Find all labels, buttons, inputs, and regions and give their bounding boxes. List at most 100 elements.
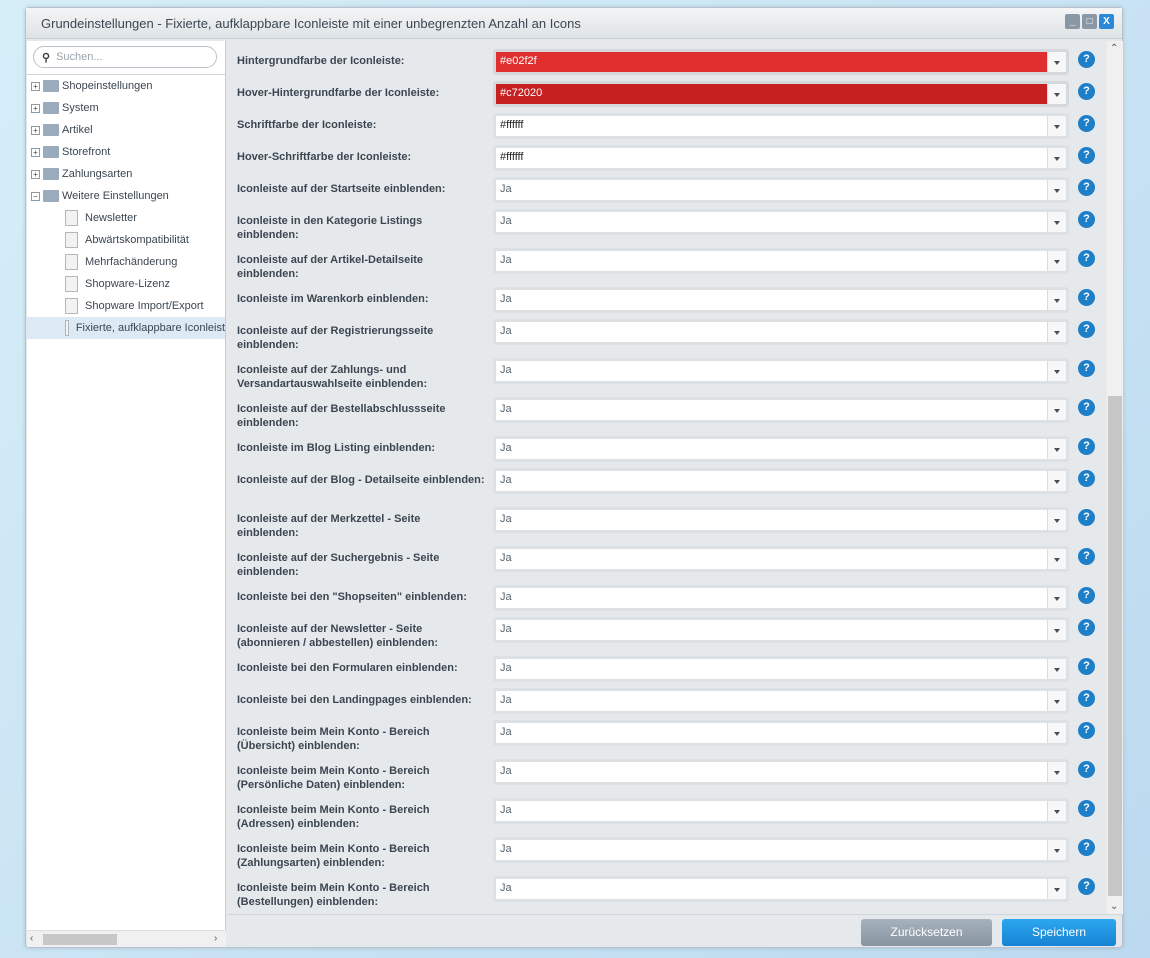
tree-folder[interactable]: + Storefront: [27, 141, 225, 163]
vertical-scrollbar[interactable]: ⌃ ⌄: [1107, 41, 1123, 914]
minimize-button[interactable]: _: [1065, 14, 1080, 29]
close-button[interactable]: X: [1099, 14, 1114, 29]
expand-icon[interactable]: +: [31, 81, 40, 91]
help-icon[interactable]: ?: [1078, 51, 1095, 68]
setting-select[interactable]: Ja: [493, 436, 1069, 462]
help-icon[interactable]: ?: [1078, 878, 1095, 895]
chevron-down-icon[interactable]: [1047, 659, 1066, 679]
chevron-down-icon[interactable]: [1047, 180, 1066, 200]
tree-item[interactable]: Shopware-Lizenz: [27, 273, 225, 295]
setting-select[interactable]: Ja: [493, 585, 1069, 611]
help-icon[interactable]: ?: [1078, 399, 1095, 416]
expand-icon[interactable]: +: [31, 103, 40, 113]
tree-folder[interactable]: + Artikel: [27, 119, 225, 141]
setting-select[interactable]: Ja: [493, 287, 1069, 313]
setting-select[interactable]: Ja: [493, 397, 1069, 423]
chevron-down-icon[interactable]: [1047, 549, 1066, 569]
expand-icon[interactable]: +: [31, 125, 40, 135]
scroll-down-icon[interactable]: ⌄: [1110, 901, 1118, 912]
chevron-down-icon[interactable]: [1047, 620, 1066, 640]
setting-select[interactable]: #ffffff: [493, 113, 1069, 139]
setting-select[interactable]: Ja: [493, 248, 1069, 274]
maximize-button[interactable]: □: [1082, 14, 1097, 29]
help-icon[interactable]: ?: [1078, 147, 1095, 164]
chevron-down-icon[interactable]: [1047, 879, 1066, 899]
setting-select[interactable]: Ja: [493, 468, 1069, 494]
reset-button[interactable]: Zurücksetzen: [861, 919, 992, 946]
chevron-down-icon[interactable]: [1047, 691, 1066, 711]
setting-select[interactable]: Ja: [493, 209, 1069, 235]
setting-select[interactable]: Ja: [493, 358, 1069, 384]
help-icon[interactable]: ?: [1078, 548, 1095, 565]
chevron-down-icon[interactable]: [1047, 723, 1066, 743]
help-icon[interactable]: ?: [1078, 321, 1095, 338]
help-icon[interactable]: ?: [1078, 289, 1095, 306]
tree-folder[interactable]: + Zahlungsarten: [27, 163, 225, 185]
chevron-down-icon[interactable]: [1047, 471, 1066, 491]
help-icon[interactable]: ?: [1078, 509, 1095, 526]
tree-folder-expanded[interactable]: − Weitere Einstellungen: [27, 185, 225, 207]
tree-item[interactable]: Shopware Import/Export: [27, 295, 225, 317]
chevron-down-icon[interactable]: [1047, 251, 1066, 271]
tree-item[interactable]: Newsletter: [27, 207, 225, 229]
setting-select[interactable]: Ja: [493, 546, 1069, 572]
chevron-down-icon[interactable]: [1047, 801, 1066, 821]
help-icon[interactable]: ?: [1078, 179, 1095, 196]
chevron-down-icon[interactable]: [1047, 510, 1066, 530]
setting-select[interactable]: Ja: [493, 688, 1069, 714]
help-icon[interactable]: ?: [1078, 800, 1095, 817]
chevron-down-icon[interactable]: [1047, 322, 1066, 342]
setting-select[interactable]: Ja: [493, 798, 1069, 824]
help-icon[interactable]: ?: [1078, 761, 1095, 778]
help-icon[interactable]: ?: [1078, 250, 1095, 267]
help-icon[interactable]: ?: [1078, 360, 1095, 377]
tree-item[interactable]: Mehrfachänderung: [27, 251, 225, 273]
setting-select[interactable]: Ja: [493, 876, 1069, 902]
collapse-icon[interactable]: −: [31, 191, 40, 201]
chevron-down-icon[interactable]: [1047, 52, 1066, 72]
save-button[interactable]: Speichern: [1002, 919, 1116, 946]
chevron-down-icon[interactable]: [1047, 290, 1066, 310]
tree-folder[interactable]: + Shopeinstellungen: [27, 75, 225, 97]
help-icon[interactable]: ?: [1078, 690, 1095, 707]
setting-select[interactable]: Ja: [493, 319, 1069, 345]
help-icon[interactable]: ?: [1078, 658, 1095, 675]
help-icon[interactable]: ?: [1078, 619, 1095, 636]
help-icon[interactable]: ?: [1078, 587, 1095, 604]
chevron-down-icon[interactable]: [1047, 439, 1066, 459]
setting-select[interactable]: Ja: [493, 720, 1069, 746]
chevron-down-icon[interactable]: [1047, 400, 1066, 420]
scroll-up-icon[interactable]: ⌃: [1110, 43, 1118, 54]
scroll-left-icon[interactable]: ‹: [30, 933, 33, 944]
setting-select[interactable]: #ffffff: [493, 145, 1069, 171]
horizontal-scrollbar[interactable]: ‹ ›: [27, 930, 226, 947]
help-icon[interactable]: ?: [1078, 722, 1095, 739]
help-icon[interactable]: ?: [1078, 83, 1095, 100]
setting-select[interactable]: Ja: [493, 759, 1069, 785]
chevron-down-icon[interactable]: [1047, 148, 1066, 168]
setting-select[interactable]: Ja: [493, 617, 1069, 643]
help-icon[interactable]: ?: [1078, 839, 1095, 856]
setting-select[interactable]: #c72020: [493, 81, 1069, 107]
scroll-right-icon[interactable]: ›: [214, 933, 217, 944]
expand-icon[interactable]: +: [31, 169, 40, 179]
setting-select[interactable]: Ja: [493, 177, 1069, 203]
setting-select[interactable]: Ja: [493, 656, 1069, 682]
help-icon[interactable]: ?: [1078, 115, 1095, 132]
help-icon[interactable]: ?: [1078, 438, 1095, 455]
chevron-down-icon[interactable]: [1047, 361, 1066, 381]
chevron-down-icon[interactable]: [1047, 116, 1066, 136]
chevron-down-icon[interactable]: [1047, 212, 1066, 232]
search-input[interactable]: ⚲ Suchen...: [33, 46, 217, 68]
help-icon[interactable]: ?: [1078, 470, 1095, 487]
chevron-down-icon[interactable]: [1047, 588, 1066, 608]
setting-select[interactable]: Ja: [493, 507, 1069, 533]
chevron-down-icon[interactable]: [1047, 84, 1066, 104]
help-icon[interactable]: ?: [1078, 211, 1095, 228]
chevron-down-icon[interactable]: [1047, 840, 1066, 860]
chevron-down-icon[interactable]: [1047, 762, 1066, 782]
tree-item[interactable]: Abwärtskompatibilität: [27, 229, 225, 251]
tree-folder[interactable]: + System: [27, 97, 225, 119]
setting-select[interactable]: Ja: [493, 837, 1069, 863]
expand-icon[interactable]: +: [31, 147, 40, 157]
